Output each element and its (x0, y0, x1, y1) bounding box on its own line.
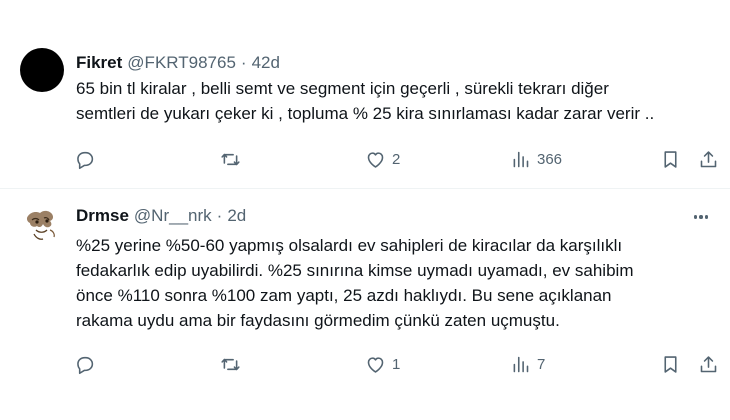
more-dot (704, 215, 709, 219)
like-count: 1 (392, 355, 401, 373)
action-bar: 2 366 (64, 144, 724, 174)
reply-button[interactable] (74, 144, 101, 174)
views-count: 366 (537, 150, 563, 168)
like-count: 2 (392, 150, 401, 168)
timestamp[interactable]: 42d (252, 53, 280, 73)
reply-button[interactable] (74, 349, 101, 379)
share-button[interactable] (698, 349, 719, 379)
views-count: 7 (537, 355, 546, 373)
retweet-icon (221, 153, 240, 165)
tweet-text: 65 bin tl kiralar , belli semt ve segmen… (76, 79, 655, 123)
bookmark-icon (664, 150, 677, 168)
separator: · (240, 53, 247, 72)
views-chart-icon (513, 151, 529, 167)
avatar[interactable] (20, 202, 64, 246)
retweet-button[interactable] (220, 144, 247, 174)
user-name[interactable]: Fikret (76, 53, 122, 73)
like-button[interactable]: 1 (365, 349, 400, 379)
user-name[interactable]: Drmse (76, 206, 129, 226)
tweet-text: %25 yerine %50-60 yapmış olsalardı ev sa… (76, 236, 634, 330)
more-options-button[interactable] (690, 206, 712, 228)
heart-icon (367, 151, 384, 168)
views-button[interactable]: 7 (510, 349, 545, 379)
avatar-illustration (20, 202, 64, 246)
views-chart-icon (513, 356, 529, 372)
bookmark-button[interactable] (660, 144, 681, 174)
avatar[interactable] (20, 48, 64, 92)
reply-icon (77, 356, 94, 374)
tweet-header: Drmse @Nr__nrk · 2d (76, 204, 246, 228)
user-handle[interactable]: @Nr__nrk (134, 206, 212, 226)
action-bar: 1 7 (64, 349, 724, 379)
bookmark-icon (664, 355, 677, 373)
timestamp[interactable]: 2d (227, 206, 246, 226)
share-icon (700, 355, 717, 372)
user-handle[interactable]: @FKRT98765 (127, 53, 236, 73)
tweet-header: Fikret @FKRT98765 · 42d (76, 51, 280, 75)
retweet-button[interactable] (220, 349, 247, 379)
tweet[interactable]: Fikret @FKRT98765 · 42d 65 bin tl kirala… (0, 0, 730, 188)
more-dots-icon (693, 215, 698, 219)
separator: · (216, 206, 223, 225)
bookmark-button[interactable] (660, 349, 681, 379)
reply-icon (77, 151, 94, 169)
share-icon (700, 150, 717, 167)
more-dot (699, 215, 703, 219)
views-button[interactable]: 366 (510, 144, 562, 174)
heart-icon (367, 356, 384, 373)
share-button[interactable] (698, 144, 719, 174)
retweet-icon (221, 358, 240, 370)
like-button[interactable]: 2 (365, 144, 400, 174)
